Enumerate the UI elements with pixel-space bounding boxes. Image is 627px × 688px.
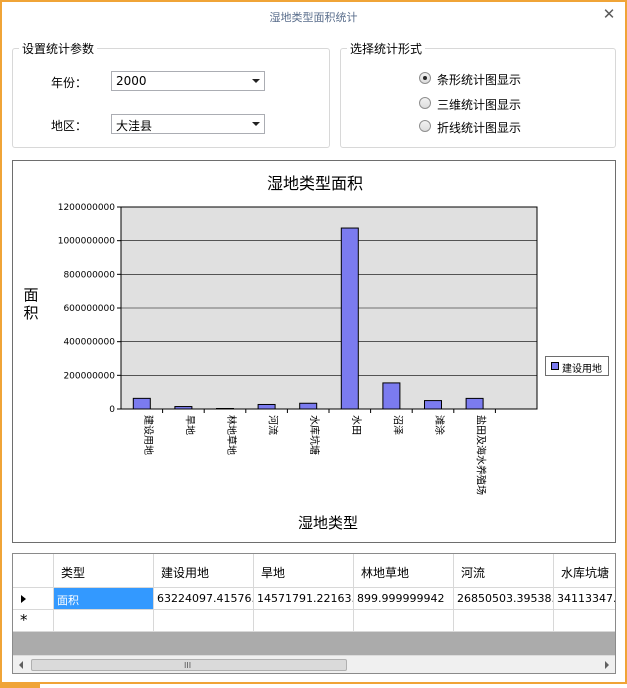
bar [299,402,318,410]
scroll-left-icon[interactable] [19,661,23,669]
bar [382,382,401,410]
chart-type-group-legend: 选择统计形式 [347,40,426,57]
region-dropdown-value: 大洼县 [116,119,153,133]
scroll-right-icon[interactable] [605,661,609,669]
x-axis-title: 湿地类型 [297,514,358,532]
bar [465,397,484,410]
x-tick-label: 水田 [350,415,362,435]
year-dropdown-value: 2000 [116,74,147,88]
grid-header: 类型 建设用地 旱地 林地草地 河流 水库坑塘 [13,554,615,588]
radio-label: 三维统计图显示 [437,98,522,112]
column-header[interactable]: 林地草地 [354,554,454,588]
x-tick-label: 林地草地 [225,415,238,455]
x-tick-label: 建设用地 [142,415,155,455]
radio-label: 折线统计图显示 [437,121,522,135]
table-cell[interactable]: 面积 [54,588,154,610]
table-cell[interactable]: 63224097.41576... [154,588,254,610]
x-tick-label: 盐田及海水养殖场 [475,415,488,495]
bar [340,227,359,410]
table-cell[interactable] [354,610,454,632]
column-header[interactable]: 建设用地 [154,554,254,588]
chart-title: 湿地类型面积 [266,174,363,193]
scroll-thumb[interactable]: III [31,659,347,671]
y-tick-label: 800000000 [63,270,115,280]
radio-button-checked[interactable] [419,72,431,84]
bar [174,406,193,410]
data-grid[interactable]: 类型 建设用地 旱地 林地草地 河流 水库坑塘 面积 63224097.4157… [12,553,616,674]
chart-panel: 0 200000000 400000000 600000000 800000000 100… [12,160,616,543]
radio-button[interactable] [419,120,431,132]
window-bottom-accent [0,684,40,688]
table-row[interactable]: 面积 63224097.41576... 14571791.22163... 8… [13,588,615,610]
radio-label: 条形统计图显示 [437,73,522,87]
chart-type-group: 选择统计形式 条形统计图显示 三维统计图显示 折线统计图显示 [340,40,616,148]
new-row[interactable]: * [13,610,615,632]
y-tick-label: 1200000000 [58,203,116,213]
window-title: 湿地类型面积统计 [269,11,358,24]
column-header[interactable]: 类型 [54,554,154,588]
chevron-down-icon[interactable] [252,122,260,126]
new-row-selector[interactable]: * [13,610,54,632]
column-header[interactable]: 河流 [454,554,554,588]
horizontal-scrollbar[interactable]: III [13,655,615,673]
bar [132,397,151,410]
chart-legend: 建设用地 [545,356,609,376]
table-cell[interactable] [454,610,554,632]
params-group: 设置统计参数 年份： 2000 地区： 大洼县 [12,40,330,148]
year-label: 年份： [51,76,88,90]
radio-button[interactable] [419,97,431,109]
bar [216,408,234,410]
table-cell[interactable]: 14571791.22163... [254,588,354,610]
y-tick-label: 200000000 [63,371,115,381]
x-tick-label: 旱地 [183,415,196,435]
current-row-icon [21,595,26,603]
asterisk-icon: * [20,611,28,629]
scroll-grip: III [184,661,192,670]
column-header[interactable]: 旱地 [254,554,354,588]
table-cell[interactable]: 34113347.6... [554,588,615,610]
chevron-down-icon[interactable] [252,79,260,83]
x-tick-label: 滩涂 [433,415,446,435]
year-dropdown[interactable]: 2000 [111,71,265,91]
x-tick-label: 河流 [267,415,280,435]
close-icon[interactable]: ✕ [601,6,617,22]
region-label: 地区： [51,119,88,133]
table-cell[interactable]: 26850503.39538... [454,588,554,610]
y-tick-label: 600000000 [63,304,115,314]
y-tick-label: 1000000000 [58,237,116,247]
bar [257,403,276,410]
row-selector[interactable] [13,588,54,610]
table-cell[interactable]: 899.999999942 [354,588,454,610]
region-dropdown[interactable]: 大洼县 [111,114,265,134]
table-cell[interactable] [54,610,154,632]
x-tick-label: 水库坑塘 [308,415,321,455]
table-cell[interactable] [554,610,615,632]
y-axis-title: 面积 [23,286,39,322]
bar-chart: 0 200000000 400000000 600000000 800000000 100… [58,203,538,495]
column-header[interactable]: 水库坑塘 [554,554,615,588]
params-group-legend: 设置统计参数 [19,40,98,57]
y-tick-label: 400000000 [63,338,115,348]
table-cell[interactable] [154,610,254,632]
x-tick-label: 沼泽 [391,415,404,435]
bar [424,400,442,410]
table-cell[interactable] [254,610,354,632]
title-bar[interactable]: 湿地类型面积统计 ✕ [2,2,625,30]
legend-swatch [551,362,559,370]
y-tick-label: 0 [109,405,115,415]
dialog-window: 湿地类型面积统计 ✕ 设置统计参数 年份： 2000 地区： 大洼县 选择统计形… [0,0,627,684]
row-header-corner [13,554,54,588]
legend-label: 建设用地 [562,364,602,375]
